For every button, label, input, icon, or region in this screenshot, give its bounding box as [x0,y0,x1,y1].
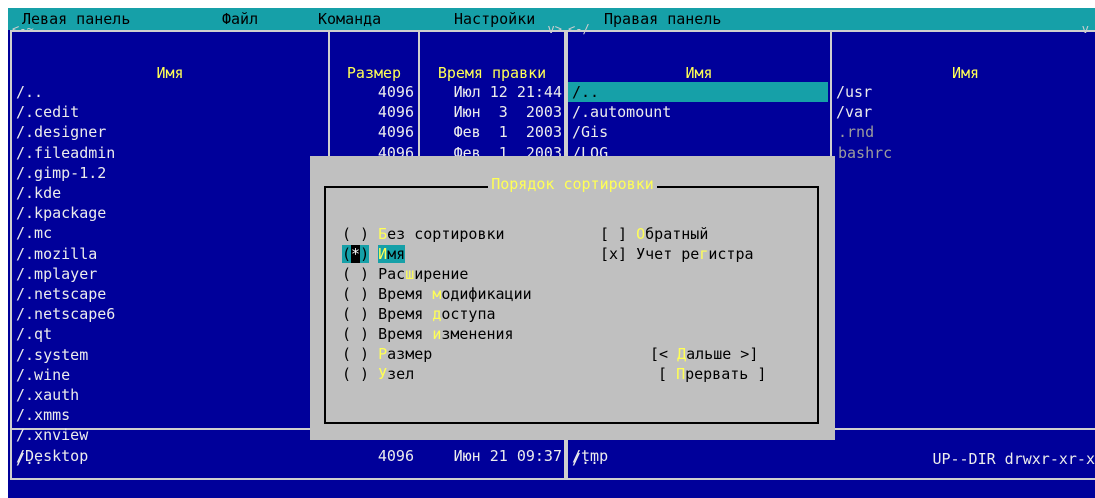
file-row-size: 4096 [377,83,414,101]
menu-options[interactable]: Настройки [454,10,535,28]
midnight-commander-window: Левая панель Файл Команда Настройки Прав… [8,8,1095,498]
file-row-mtime: Июн 3 2003 [453,103,562,122]
file-row-name[interactable]: /.wine [16,365,70,385]
header-name[interactable]: Имя [568,64,830,83]
menu-command[interactable]: Команда [318,10,381,28]
file-row-name[interactable]: /.gimp-1.2 [16,163,106,183]
sort-option-radio[interactable]: ( ) Время модификации [342,284,532,304]
file-row-name[interactable]: /.fileadmin [16,143,115,163]
header-size[interactable]: Размер [330,64,418,83]
file-row-size: 4096 [377,446,414,465]
next-button[interactable]: [< Дальше >] [650,344,758,364]
file-row-name-selected[interactable]: /.. [572,82,599,102]
file-row-name[interactable]: /.cedit [16,102,79,122]
file-row-name[interactable]: bashrc [838,143,892,163]
file-row-name[interactable]: /.netscape [16,284,106,304]
right-panel-history-button[interactable]: <-/ [568,22,590,36]
file-row-name[interactable]: /.mozilla [16,244,97,264]
case-sensitive-checkbox[interactable]: [x] Учет регистра [600,244,754,264]
left-panel-history-button[interactable]: <-~ [12,22,34,36]
right-panel-menu-button[interactable]: v [1082,22,1089,36]
sort-option-radio[interactable]: ( ) Расширение [342,264,468,284]
sort-option-radio[interactable]: ( ) Узел [342,364,414,384]
sort-option-radio[interactable]: ( ) Время изменения [342,324,514,344]
file-row-name[interactable]: /.mplayer [16,264,97,284]
header-name[interactable]: Имя [12,64,328,83]
file-row-mtime: Июл 12 21:44 [453,83,562,101]
file-row-size: 4096 [377,123,414,142]
file-row-name[interactable]: /.xmms [16,405,70,425]
dialog-title-bar: Порядок сортировки [310,175,835,193]
file-row-name[interactable]: /.mc [16,223,52,243]
file-row-name[interactable]: /.automount [572,102,671,122]
reverse-checkbox[interactable]: [ ] Обратный [600,224,708,244]
file-row-name[interactable]: /.designer [16,122,106,142]
file-row-name[interactable]: /.xnview [16,425,88,445]
file-row-name[interactable]: .rnd [838,122,874,142]
selected-row-highlight [568,82,828,102]
sort-option-radio[interactable]: ( ) Размер [342,344,432,364]
sort-option-radio[interactable]: (*) Имя [342,244,406,264]
menu-left-panel[interactable]: Левая панель [22,10,130,28]
file-row-name[interactable]: /.. [16,82,43,102]
sort-option-radio[interactable]: ( ) Время доступа [342,304,496,324]
file-row-mtime: Фев 1 2003 [453,123,562,142]
left-status-line: /.. [16,450,44,468]
file-row-name[interactable]: /.netscape6 [16,304,115,324]
file-row-name[interactable]: /var [836,102,872,122]
right-status-info: UP--DIR drwxr-xr-x [932,450,1095,468]
sort-option-radio[interactable]: ( ) Без сортировки [342,224,505,244]
file-row-name[interactable]: /.qt [16,324,52,344]
file-row-mtime: Июн 21 09:37 [453,446,562,465]
file-row-size: 4096 [377,103,414,122]
header-name-2[interactable]: Имя [832,64,1095,83]
left-panel-menu-button[interactable]: v> [548,22,562,36]
header-mtime[interactable]: Время правки [420,64,564,83]
menu-right-panel[interactable]: Правая панель [604,10,721,28]
file-row-name[interactable]: /.kpackage [16,203,106,223]
right-status-line: /.. [572,450,600,468]
file-row-name[interactable]: /.xauth [16,385,79,405]
menu-file[interactable]: Файл [222,10,258,28]
file-row-name[interactable]: /Gis [572,122,608,142]
dialog-title: Порядок сортировки [488,175,657,193]
file-row-name[interactable]: /.system [16,345,88,365]
file-row-name[interactable]: /usr [836,82,872,102]
abort-button[interactable]: [ Прервать ] [658,364,766,384]
file-row-name[interactable]: /.kde [16,183,61,203]
sort-order-dialog: Порядок сортировки ( ) Без сортировки (*)… [310,156,835,440]
